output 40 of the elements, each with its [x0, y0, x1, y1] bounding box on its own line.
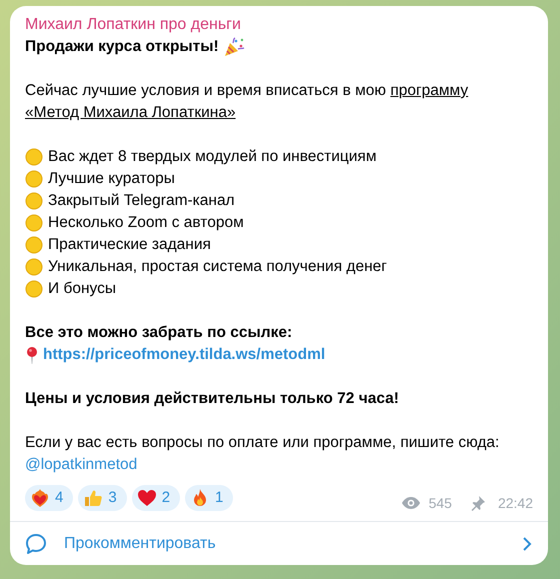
thumbs-up-icon	[83, 488, 104, 508]
party-popper-icon	[222, 37, 245, 57]
bullet-icon	[25, 192, 43, 210]
channel-name[interactable]: Михаил Лопаткин про деньги	[25, 14, 241, 36]
feature-text: Лучшие кураторы	[48, 169, 175, 189]
bullet-icon	[25, 170, 43, 188]
feature-text: Уникальная, простая система получения денег	[48, 257, 387, 277]
chevron-right-icon	[522, 536, 532, 552]
feature-text: Несколько Zoom с автором	[48, 213, 244, 233]
program-link[interactable]: «Метод Михаила Лопаткина»	[25, 104, 236, 121]
burning-heart-icon	[30, 488, 50, 508]
comment-button[interactable]: Прокомментировать	[10, 522, 548, 565]
bullet-icon	[25, 280, 43, 298]
contact-link[interactable]: @lopatkinmetod	[25, 456, 138, 473]
post-title: Продажи курса открыты!	[25, 37, 219, 57]
feature-text: Вас ждет 8 твердых модулей по инвестициям	[48, 147, 376, 167]
heart-icon	[136, 488, 157, 508]
intro-paragraph: Сейчас лучшие условия и время вписаться в мою программу «Метод Михаила Лопаткина»	[25, 81, 470, 123]
pin-icon	[470, 495, 486, 511]
eye-icon	[400, 496, 421, 510]
feature-text: И бонусы	[48, 279, 116, 299]
reaction-button[interactable]: 3	[78, 485, 127, 511]
link-label: Все это можно забрать по ссылке:	[25, 323, 292, 343]
program-link[interactable]: программу	[390, 82, 468, 99]
bullet-icon	[25, 236, 43, 254]
message-time: 22:42	[498, 494, 533, 513]
view-count: 545	[428, 494, 452, 513]
reaction-button[interactable]: 1	[185, 485, 234, 511]
speech-bubble-icon	[24, 532, 48, 556]
feature-text: Закрытый Telegram-канал	[48, 191, 235, 211]
pin-icon	[25, 346, 39, 364]
contact-paragraph: Если у вас есть вопросы по оплате или программе, пишите сюда: @lopatkinmetod	[25, 433, 500, 475]
course-link[interactable]: https://priceofmoney.tilda.ws/metodml	[43, 344, 326, 366]
reaction-button[interactable]: 4	[25, 485, 74, 511]
bullet-icon	[25, 258, 43, 276]
bullet-icon	[25, 148, 43, 166]
notice-text: Цены и условия действительны только 72 часа!	[25, 389, 399, 409]
bullet-icon	[25, 214, 43, 232]
feature-text: Практические задания	[48, 235, 211, 255]
reaction-button[interactable]: 2	[132, 485, 180, 511]
